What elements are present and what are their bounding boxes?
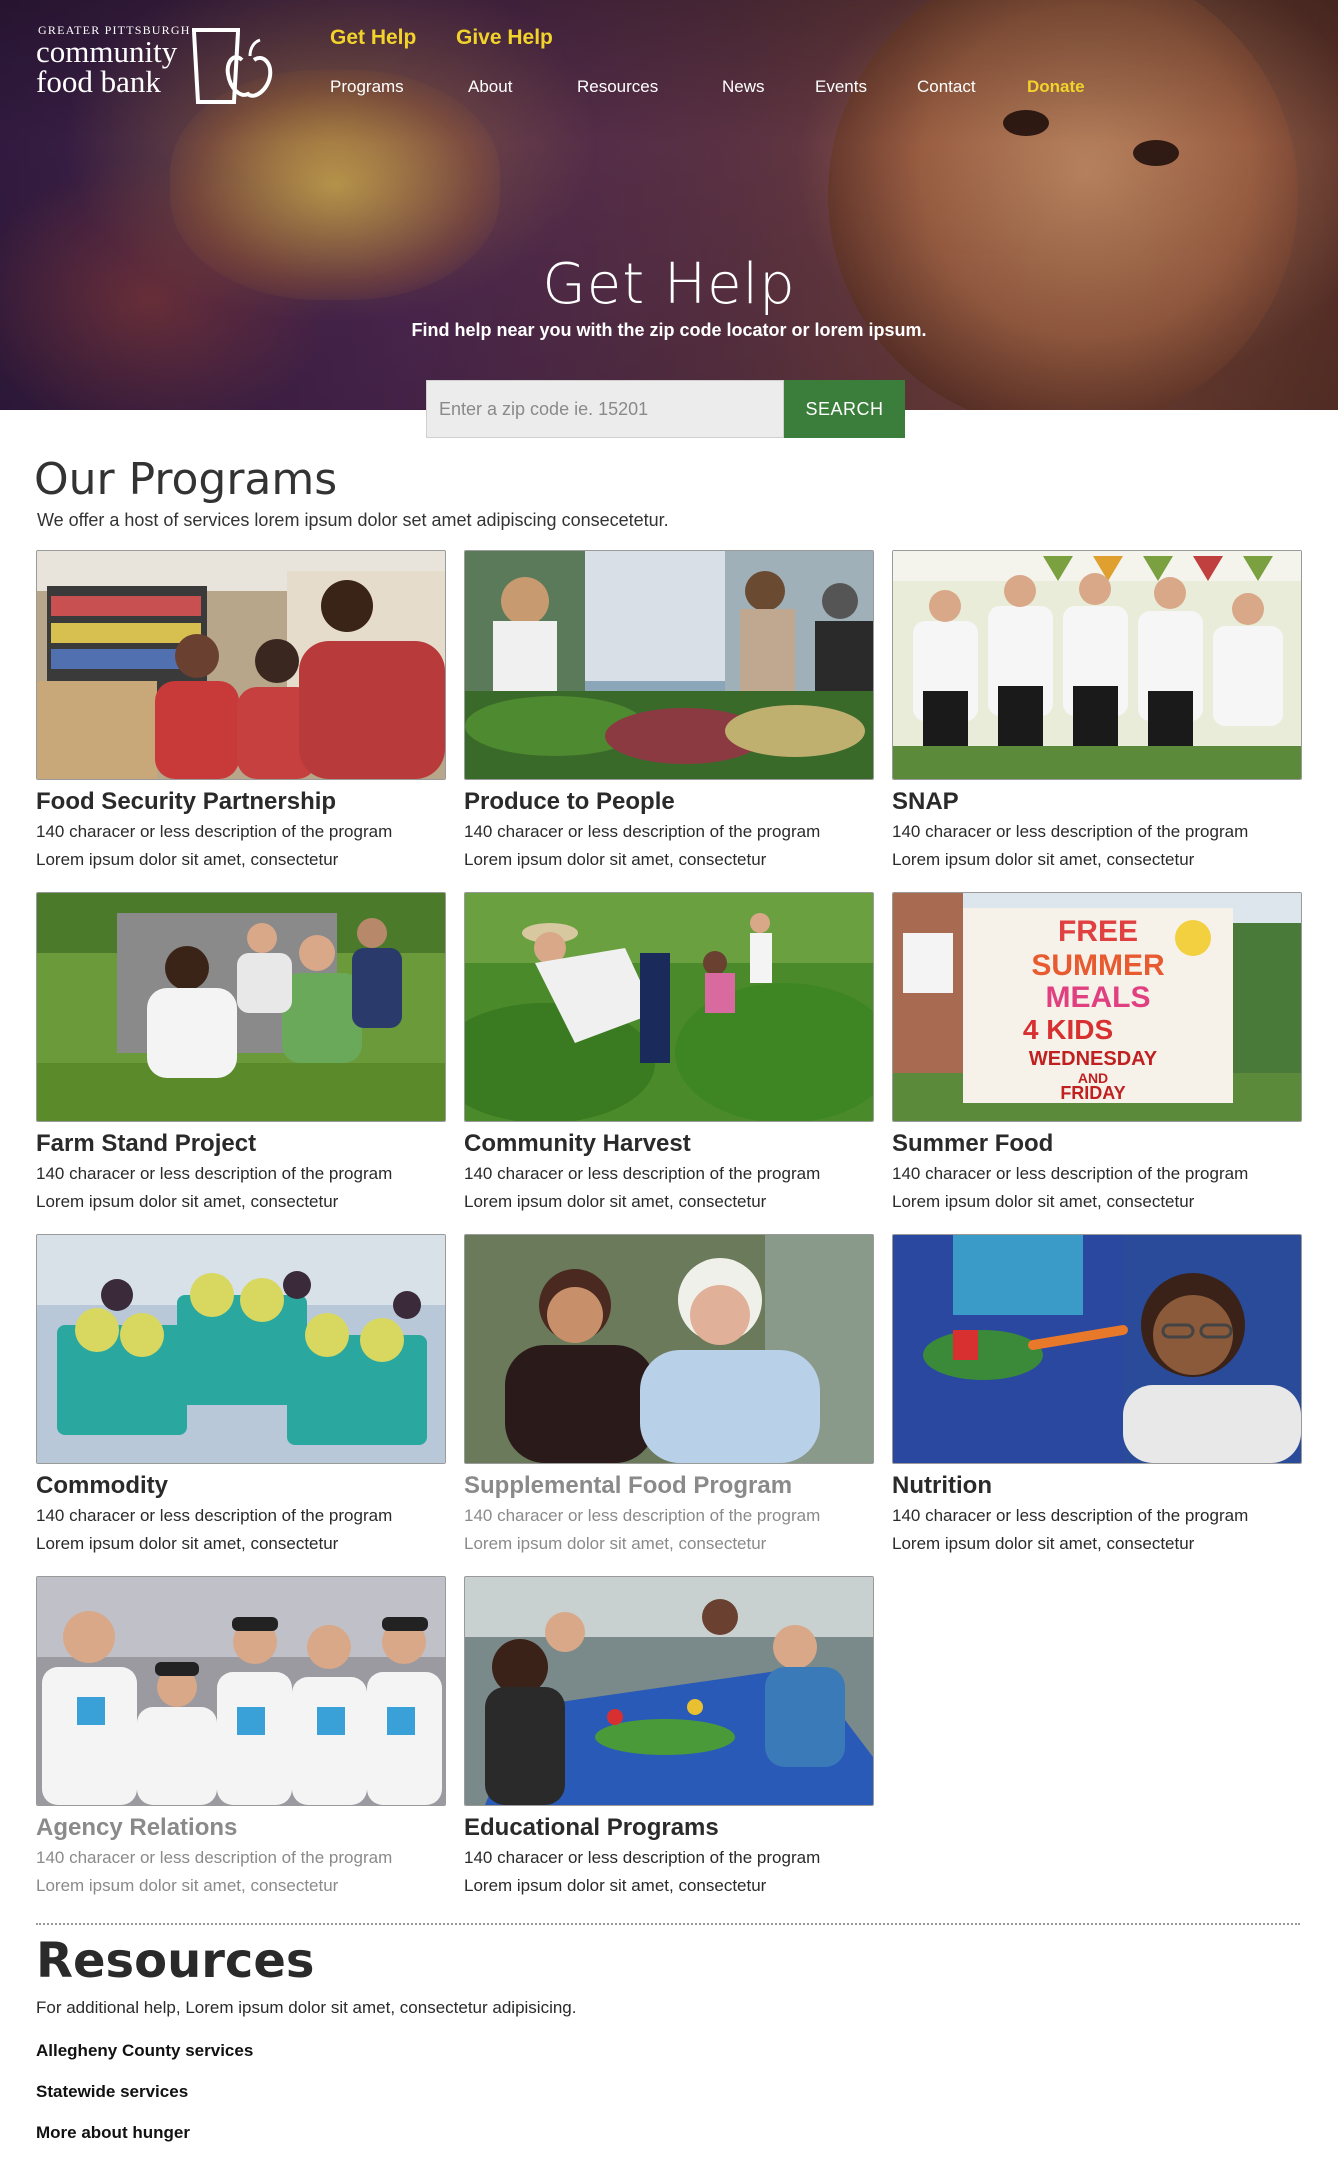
nav-contact[interactable]: Contact [917,77,976,97]
program-description: 140 characer or less description of the … [464,1848,821,1867]
program-title[interactable]: Food Security Partnership [36,788,336,816]
nav-news[interactable]: News [722,77,765,97]
program-description: 140 characer or less description of the … [36,1848,393,1867]
logo-line-2: food bank [36,64,161,99]
program-title[interactable]: SNAP [892,788,959,816]
program-description: 140 characer or less description of the … [892,1164,1249,1183]
nav-give-help[interactable]: Give Help [456,26,553,50]
program-description: Lorem ipsum dolor sit amet, consectetur [36,1876,339,1895]
program-title[interactable]: Summer Food [892,1130,1053,1158]
program-title[interactable]: Nutrition [892,1472,992,1500]
resources-heading: Resources [36,1933,315,1989]
program-description: Lorem ipsum dolor sit amet, consectetur [892,850,1195,869]
program-photo: FREE SUMMER MEALS 4 KIDS WEDNESDAY AND F… [892,892,1302,1122]
program-description: 140 characer or less description of the … [36,1164,393,1183]
program-description: 140 characer or less description of the … [36,1506,393,1525]
programs-heading: Our Programs [34,454,338,505]
program-photo [464,1576,874,1806]
program-title[interactable]: Agency Relations [36,1814,237,1842]
program-photo [36,1234,446,1464]
program-description: Lorem ipsum dolor sit amet, consectetur [36,850,339,869]
sign-text: FREE [1058,915,1138,948]
program-title[interactable]: Farm Stand Project [36,1130,256,1158]
hero-subtitle: Find help near you with the zip code loc… [411,320,927,340]
link-allegheny-county-services[interactable]: Allegheny County services [36,2041,253,2061]
program-description: 140 characer or less description of the … [892,1506,1249,1525]
program-title[interactable]: Supplemental Food Program [464,1472,792,1500]
program-description: Lorem ipsum dolor sit amet, consectetur [464,1192,767,1211]
sign-text: FRIDAY [1060,1083,1125,1103]
zip-search-input[interactable] [426,380,784,438]
sign-text: SUMMER [1031,949,1165,982]
program-photo [36,1576,446,1806]
resources-subtitle: For additional help, Lorem ipsum dolor s… [36,1998,577,2017]
program-description: Lorem ipsum dolor sit amet, consectetur [892,1192,1195,1211]
sign-text: MEALS [1046,981,1151,1014]
nav-programs[interactable]: Programs [330,77,404,97]
program-description: Lorem ipsum dolor sit amet, consectetur [36,1534,339,1553]
program-description: 140 characer or less description of the … [892,822,1249,841]
program-description: Lorem ipsum dolor sit amet, consectetur [36,1192,339,1211]
programs-subtitle: We offer a host of services lorem ipsum … [37,510,669,530]
program-title[interactable]: Educational Programs [464,1814,719,1842]
section-divider [36,1923,1300,1925]
program-title[interactable]: Produce to People [464,788,675,816]
program-description: 140 characer or less description of the … [36,822,393,841]
program-description: Lorem ipsum dolor sit amet, consectetur [464,1534,767,1553]
logo-line-1: community [36,34,178,69]
program-title[interactable]: Community Harvest [464,1130,691,1158]
program-photo [892,1234,1302,1464]
program-description: 140 characer or less description of the … [464,1164,821,1183]
program-photo [36,550,446,780]
nav-resources[interactable]: Resources [577,77,658,97]
hero-title: Get Help [542,252,796,317]
program-photo [36,892,446,1122]
link-statewide-services[interactable]: Statewide services [36,2082,188,2102]
program-description: Lorem ipsum dolor sit amet, consectetur [464,1876,767,1895]
program-photo [464,1234,874,1464]
nav-about[interactable]: About [468,77,512,97]
program-photo [464,892,874,1122]
program-description: Lorem ipsum dolor sit amet, consectetur [464,850,767,869]
program-title[interactable]: Commodity [36,1472,168,1500]
site-logo[interactable]: GREATER PITTSBURGH community food bank [36,18,286,108]
program-description: 140 characer or less description of the … [464,1506,821,1525]
sign-text: WEDNESDAY [1029,1048,1158,1070]
cup-apple-icon [192,28,273,104]
nav-get-help[interactable]: Get Help [330,26,416,50]
program-description: 140 characer or less description of the … [464,822,821,841]
link-more-about-hunger[interactable]: More about hunger [36,2123,190,2143]
program-photo [892,550,1302,780]
program-description: Lorem ipsum dolor sit amet, consectetur [892,1534,1195,1553]
search-button[interactable]: SEARCH [784,380,905,438]
hero-banner: GREATER PITTSBURGH community food bank G… [0,0,1338,410]
program-photo [464,550,874,780]
nav-donate[interactable]: Donate [1027,77,1085,97]
sign-text: 4 KIDS [1023,1014,1113,1045]
nav-events[interactable]: Events [815,77,867,97]
